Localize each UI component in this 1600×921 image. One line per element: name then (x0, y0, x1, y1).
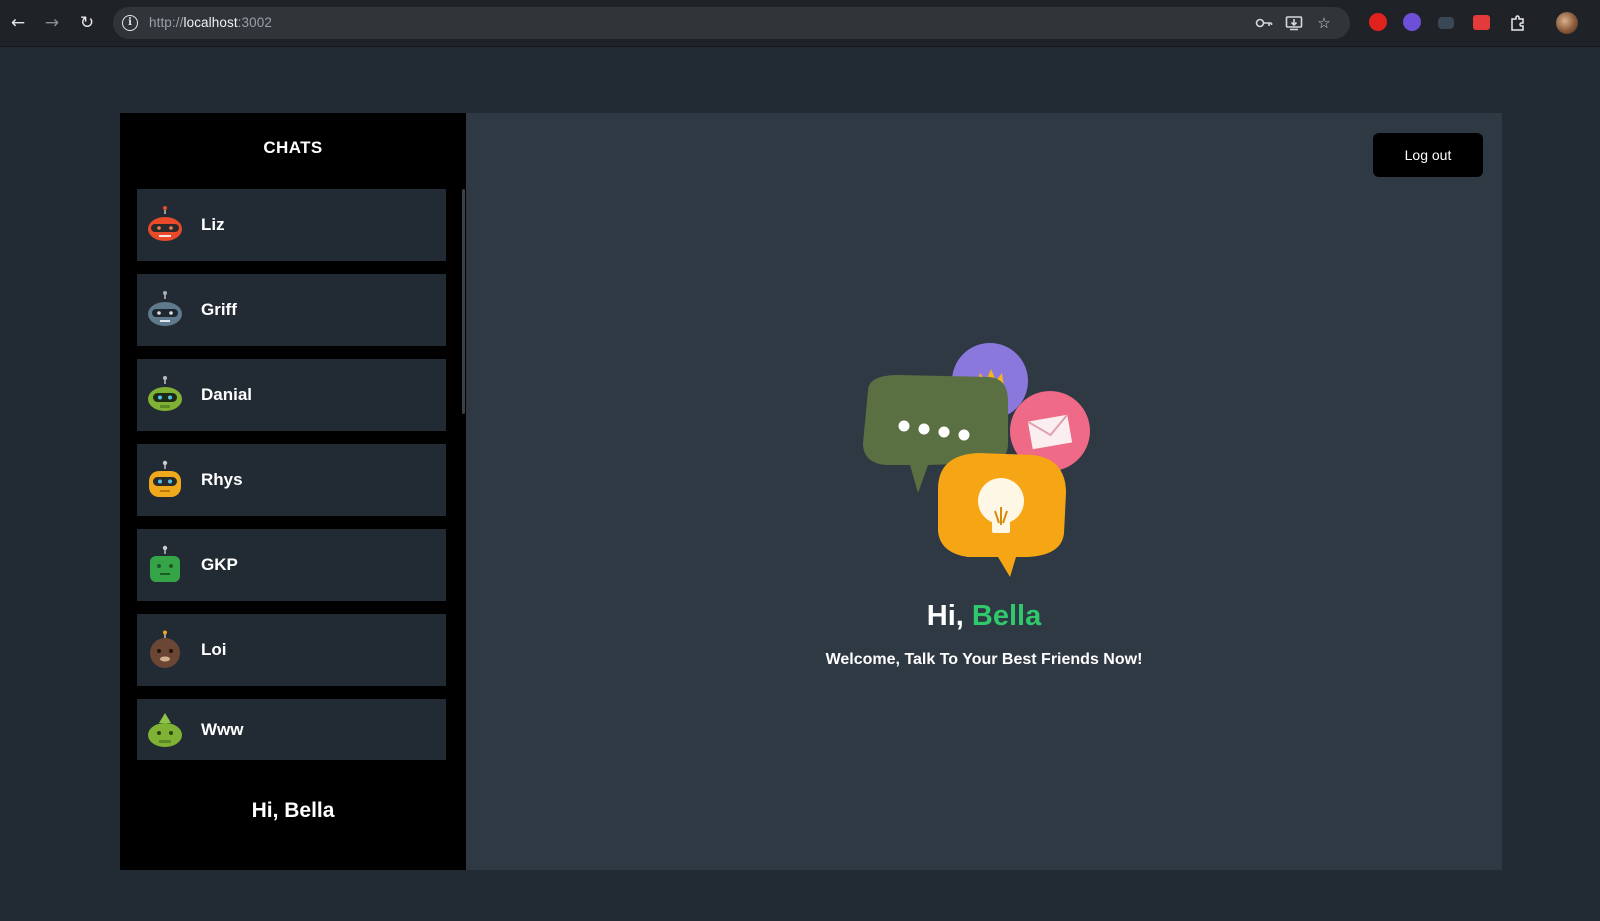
chat-item-rhys[interactable]: Rhys (137, 444, 446, 516)
robot-avatar-icon (149, 460, 181, 497)
chat-item-danial[interactable]: Danial (137, 359, 446, 431)
welcome-hi: Hi, (926, 600, 964, 632)
extensions-puzzle-icon[interactable] (1507, 12, 1529, 34)
url-text[interactable]: http://localhost:3002 (149, 15, 272, 30)
welcome-user-name: Bella (971, 600, 1042, 632)
chat-app: CHATS Liz Griff Danial Rhys GKP Loi Www … (120, 113, 1502, 870)
extension-red-icon[interactable] (1369, 13, 1387, 31)
site-info-icon[interactable]: i (122, 15, 138, 31)
chat-item-liz[interactable]: Liz (137, 189, 446, 261)
chat-item-label: GKP (201, 555, 238, 574)
chat-item-www[interactable]: Www (137, 699, 446, 760)
chat-list: Liz Griff Danial Rhys GKP Loi Www (137, 189, 446, 773)
chat-item-label: Liz (201, 215, 225, 234)
extension-purple-icon[interactable] (1403, 13, 1421, 31)
sidebar-title: CHATS (263, 138, 323, 157)
chat-item-label: Griff (201, 300, 237, 319)
robot-avatar-icon (148, 206, 182, 241)
reload-icon[interactable]: ↻ (76, 12, 98, 34)
back-arrow-icon[interactable]: ← (7, 12, 29, 34)
robot-avatar-icon (148, 376, 182, 411)
chat-item-gkp[interactable]: GKP (137, 529, 446, 601)
sidebar-greeting: Hi, Bella (251, 799, 335, 822)
address-bar[interactable]: i http://localhost:3002 ☆ (113, 7, 1350, 39)
robot-avatar-icon (148, 712, 182, 747)
chat-item-label: Www (201, 719, 244, 739)
chat-item-label: Rhys (201, 470, 243, 489)
sidebar: CHATS Liz Griff Danial Rhys GKP Loi Www … (120, 113, 466, 870)
key-icon[interactable] (1255, 15, 1273, 31)
url-protocol: http:// (149, 15, 184, 30)
bookmark-star-icon[interactable]: ☆ (1315, 15, 1333, 31)
chat-list-scrollbar[interactable] (462, 189, 465, 414)
welcome-heading: Hi, Bella (466, 600, 1502, 633)
url-host: localhost (183, 15, 238, 30)
robot-avatar-icon (150, 545, 180, 582)
chat-bubbles-illustration (863, 343, 1090, 577)
browser-toolbar: ← → ↻ i http://localhost:3002 ☆ (0, 0, 1600, 47)
welcome-subtitle: Welcome, Talk To Your Best Friends Now! (825, 651, 1143, 668)
chat-item-loi[interactable]: Loi (137, 614, 446, 686)
chat-item-griff[interactable]: Griff (137, 274, 446, 346)
extension-password-icon[interactable] (1473, 15, 1490, 30)
robot-avatar-icon (148, 291, 182, 326)
forward-arrow-icon[interactable]: → (41, 12, 63, 34)
robot-avatar-icon (150, 630, 180, 668)
chat-item-label: Loi (201, 640, 227, 659)
profile-avatar[interactable] (1556, 12, 1578, 34)
logout-button[interactable]: Log out (1373, 133, 1483, 177)
chat-item-label: Danial (201, 385, 253, 404)
welcome-panel: Log out Hi, Bella Welcome, Talk To Your … (466, 113, 1502, 870)
extension-dark-icon[interactable] (1438, 17, 1454, 29)
url-port: :3002 (237, 15, 272, 30)
install-app-icon[interactable] (1285, 15, 1303, 31)
